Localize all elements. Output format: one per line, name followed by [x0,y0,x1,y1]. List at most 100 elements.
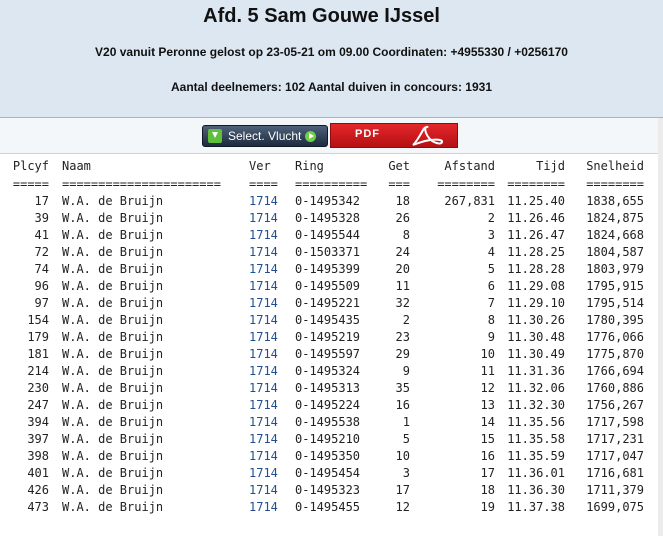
cell-ver: 1714 [249,279,278,293]
download-icon [208,129,222,143]
cell-naam: W.A. de Bruijn [62,483,164,497]
cell-plcyf: 96 [34,279,49,293]
cell-tijd: 11.26.46 [507,211,565,225]
cell-get: 12 [395,500,410,514]
cell-afstand: 17 [480,466,495,480]
cell-plcyf: 74 [34,262,49,276]
cell-tijd: 11.26.47 [507,228,565,242]
pdf-button[interactable]: PDF [330,123,458,148]
report-header: Afd. 5 Sam Gouwe IJssel V20 vanuit Peron… [0,0,663,118]
cell-snelheid: 1775,870 [586,347,644,361]
table-row: 39 W.A. de Bruijn 1714 0-1495328 26 2 11.26.46… [0,210,663,227]
cell-ver: 1714 [249,483,278,497]
scrollbar[interactable] [658,118,663,536]
cell-naam: W.A. de Bruijn [62,466,164,480]
cell-snelheid: 1766,694 [586,364,644,378]
cell-snelheid: 1824,875 [586,211,644,225]
col-afstand-header: Afstand [444,159,495,173]
cell-ver: 1714 [249,381,278,395]
cell-plcyf: 41 [34,228,49,242]
cell-ver: 1714 [249,262,278,276]
cell-ring: 0-1495350 [295,449,361,463]
cell-plcyf: 214 [27,364,49,378]
cell-get: 24 [395,245,410,259]
cell-naam: W.A. de Bruijn [62,432,164,446]
cell-get: 11 [395,279,410,293]
cell-naam: W.A. de Bruijn [62,296,164,310]
cell-tijd: 11.36.30 [507,483,565,497]
cell-ver: 1714 [249,364,278,378]
cell-afstand: 5 [487,262,495,276]
col-afstand-separator: ======== [437,177,495,191]
cell-plcyf: 426 [27,483,49,497]
cell-get: 35 [395,381,410,395]
cell-ver: 1714 [249,347,278,361]
table-header: Plcyf Naam Ver Ring Get Afstand Tijd Snelheid [0,158,663,175]
cell-afstand: 2 [487,211,495,225]
cell-ring: 0-1495454 [295,466,361,480]
cell-plcyf: 17 [34,194,49,208]
cell-get: 10 [395,449,410,463]
cell-naam: W.A. de Bruijn [62,398,164,412]
cell-naam: W.A. de Bruijn [62,313,164,327]
table-row: 397 W.A. de Bruijn 1714 0-1495210 5 15 11.35.5… [0,431,663,448]
cell-ring: 0-1495324 [295,364,361,378]
cell-naam: W.A. de Bruijn [62,262,164,276]
table-row: 426 W.A. de Bruijn 1714 0-1495323 17 18 11.36.… [0,482,663,499]
cell-naam: W.A. de Bruijn [62,245,164,259]
cell-naam: W.A. de Bruijn [62,449,164,463]
results-table: Plcyf Naam Ver Ring Get Afstand Tijd Snelheid ==… [0,155,663,536]
cell-naam: W.A. de Bruijn [62,381,164,395]
col-snelheid-header: Snelheid [586,159,644,173]
cell-plcyf: 39 [34,211,49,225]
cell-get: 20 [395,262,410,276]
cell-ring: 0-1495323 [295,483,361,497]
cell-ring: 0-1495435 [295,313,361,327]
cell-plcyf: 179 [27,330,49,344]
cell-tijd: 11.29.08 [507,279,565,293]
cell-get: 23 [395,330,410,344]
cell-snelheid: 1699,075 [586,500,644,514]
cell-snelheid: 1716,681 [586,466,644,480]
page-title: Afd. 5 Sam Gouwe IJssel [203,5,440,27]
cell-get: 2 [402,313,410,327]
col-tijd-separator: ======== [507,177,565,191]
pdf-label: PDF [355,128,380,140]
select-flight-label: Select. Vlucht [228,129,302,143]
table-row: 97 W.A. de Bruijn 1714 0-1495221 32 7 11.29.10… [0,295,663,312]
cell-naam: W.A. de Bruijn [62,194,164,208]
table-row: 473 W.A. de Bruijn 1714 0-1495455 12 19 11.37.… [0,499,663,516]
cell-tijd: 11.31.36 [507,364,565,378]
cell-afstand: 14 [480,415,495,429]
cell-tijd: 11.32.30 [507,398,565,412]
cell-ver: 1714 [249,432,278,446]
select-flight-button[interactable]: Select. Vlucht [202,125,328,147]
col-ver-header: Ver [249,159,271,173]
cell-plcyf: 72 [34,245,49,259]
cell-ver: 1714 [249,466,278,480]
cell-snelheid: 1795,514 [586,296,644,310]
cell-snelheid: 1717,231 [586,432,644,446]
cell-snelheid: 1804,587 [586,245,644,259]
flight-info: V20 vanuit Peronne gelost op 23-05-21 om… [95,45,568,59]
cell-tijd: 11.30.49 [507,347,565,361]
cell-snelheid: 1803,979 [586,262,644,276]
cell-ver: 1714 [249,449,278,463]
cell-ring: 0-1495399 [295,262,361,276]
cell-snelheid: 1760,886 [586,381,644,395]
cell-tijd: 11.28.25 [507,245,565,259]
col-plcyf-header: Plcyf [12,159,49,173]
cell-ring: 0-1495509 [295,279,361,293]
cell-tijd: 11.30.26 [507,313,565,327]
cell-ring: 0-1495544 [295,228,361,242]
cell-ring: 0-1503371 [295,245,361,259]
table-row: 214 W.A. de Bruijn 1714 0-1495324 9 11 11.31.3… [0,363,663,380]
cell-tijd: 11.29.10 [507,296,565,310]
acrobat-icon [412,125,443,146]
arrow-right-icon [305,130,317,142]
cell-plcyf: 181 [27,347,49,361]
cell-ring: 0-1495224 [295,398,361,412]
cell-afstand: 11 [480,364,495,378]
cell-plcyf: 394 [27,415,49,429]
cell-get: 29 [395,347,410,361]
